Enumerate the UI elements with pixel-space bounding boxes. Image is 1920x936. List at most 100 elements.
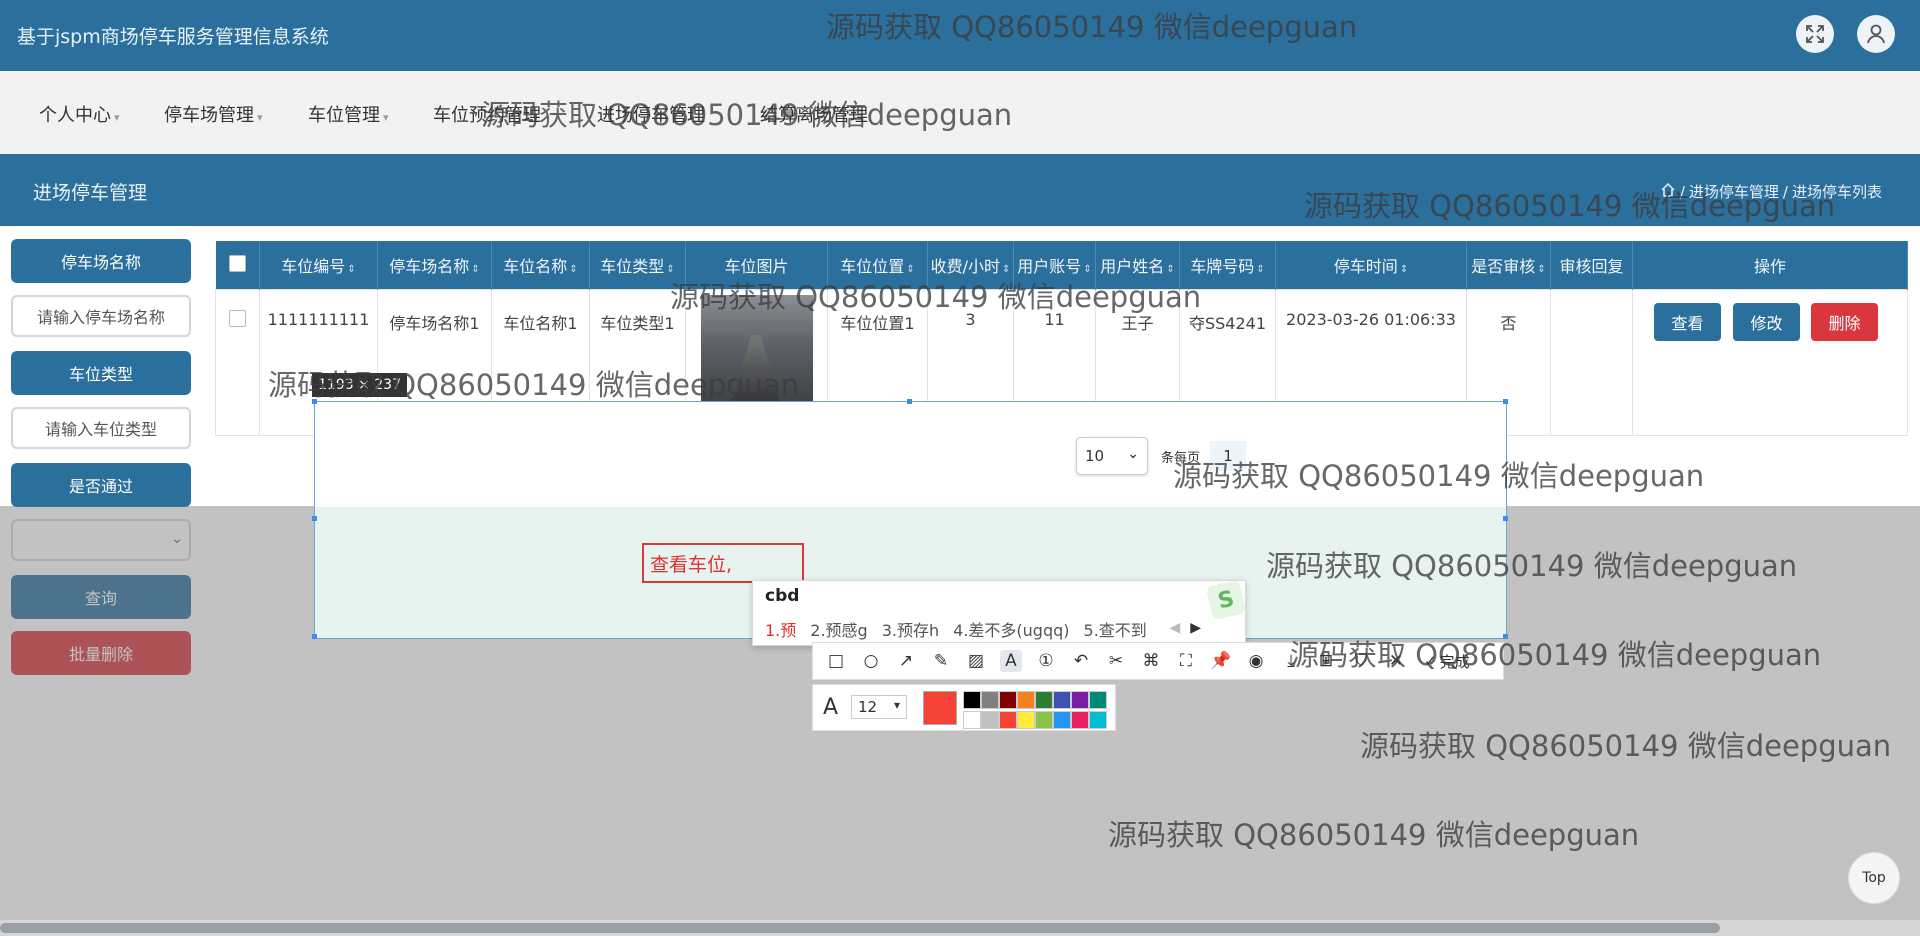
space-type-input[interactable]: 请输入车位类型 bbox=[11, 407, 191, 449]
page-title: 进场停车管理 bbox=[33, 182, 148, 204]
col-header[interactable]: 停车场名称 ⇕ bbox=[377, 241, 492, 290]
check-icon: ✓ bbox=[1424, 652, 1437, 670]
resize-handle[interactable] bbox=[312, 516, 317, 521]
close-icon[interactable]: ✕ bbox=[1385, 650, 1407, 672]
col-header[interactable]: 收费/小时 ⇕ bbox=[927, 241, 1014, 290]
translate-icon[interactable]: ⌘ bbox=[1140, 650, 1162, 672]
ellipse-icon[interactable]: ○ bbox=[860, 650, 882, 672]
resize-handle[interactable] bbox=[312, 399, 317, 404]
color-swatch[interactable] bbox=[1017, 711, 1035, 729]
color-swatch[interactable] bbox=[963, 691, 981, 709]
ime-candidate[interactable]: 1.预 bbox=[765, 617, 796, 641]
resize-handle[interactable] bbox=[907, 399, 912, 404]
col-header[interactable]: 车位编号 ⇕ bbox=[259, 241, 378, 290]
font-icon: A bbox=[823, 695, 839, 720]
next-page-icon[interactable]: ▶ bbox=[1190, 620, 1201, 636]
prev-page-icon[interactable]: ◀ bbox=[1169, 620, 1180, 636]
col-header[interactable]: 车牌号码 ⇕ bbox=[1179, 241, 1276, 290]
resize-handle[interactable] bbox=[1503, 399, 1508, 404]
user-avatar-icon[interactable] bbox=[1857, 15, 1895, 53]
color-swatch[interactable] bbox=[999, 711, 1017, 729]
scan-icon[interactable]: ⛶ bbox=[1175, 650, 1197, 672]
fullscreen-icon[interactable] bbox=[1796, 15, 1834, 53]
nav-item-space-manage[interactable]: 车位管理 ▾ bbox=[308, 101, 389, 127]
download-icon[interactable]: ⤓ bbox=[1280, 650, 1302, 672]
color-swatch[interactable] bbox=[1089, 691, 1107, 709]
color-swatch[interactable] bbox=[1017, 691, 1035, 709]
nav-item-reservation[interactable]: 车位预约管理 bbox=[433, 101, 541, 127]
bookmark-icon[interactable]: ⛉ bbox=[1350, 650, 1372, 672]
ime-candidate[interactable]: 2.预感g bbox=[810, 617, 867, 641]
color-swatch[interactable] bbox=[1089, 711, 1107, 729]
col-header[interactable]: 停车时间 ⇕ bbox=[1275, 241, 1467, 290]
color-swatch[interactable] bbox=[981, 711, 999, 729]
col-header[interactable]: 用户账号 ⇕ bbox=[1013, 241, 1096, 290]
resize-handle[interactable] bbox=[1503, 516, 1508, 521]
capture-size-label: 1193 × 237 bbox=[312, 373, 407, 397]
font-size-select[interactable]: 12 ▾ bbox=[851, 695, 907, 719]
resize-handle[interactable] bbox=[1503, 634, 1508, 639]
color-swatch[interactable] bbox=[1035, 711, 1053, 729]
color-swatch[interactable] bbox=[1035, 691, 1053, 709]
pin-icon[interactable]: 📌 bbox=[1210, 650, 1232, 672]
view-button[interactable]: 查看 bbox=[1654, 303, 1721, 341]
scrollbar-thumb[interactable] bbox=[0, 923, 1720, 933]
per-page-label: 条每页 bbox=[1161, 451, 1201, 466]
breadcrumb-item: 进场停车列表 bbox=[1791, 183, 1882, 201]
approved-label: 是否通过 bbox=[11, 463, 191, 507]
resize-handle[interactable] bbox=[312, 634, 317, 639]
nav-item-settlement[interactable]: 结算离场管理 bbox=[760, 101, 868, 127]
col-header[interactable]: 车位位置 ⇕ bbox=[827, 241, 928, 290]
record-icon[interactable]: ◉ bbox=[1245, 650, 1267, 672]
ime-input-text: cbd bbox=[765, 586, 800, 606]
home-icon[interactable] bbox=[1660, 182, 1676, 202]
col-header[interactable]: 车位类型 ⇕ bbox=[589, 241, 686, 290]
edit-button[interactable]: 修改 bbox=[1733, 303, 1800, 341]
horizontal-scrollbar[interactable] bbox=[0, 920, 1920, 936]
long-screenshot-icon[interactable]: ⊞ bbox=[1315, 650, 1337, 672]
chevron-down-icon: ▾ bbox=[893, 698, 900, 712]
nav-item-entry-parking[interactable]: 进场停车管理 bbox=[597, 101, 705, 127]
row-checkbox[interactable] bbox=[215, 289, 260, 436]
undo-icon[interactable]: ↶ bbox=[1070, 650, 1092, 672]
text-tool-icon[interactable]: A bbox=[1000, 650, 1022, 672]
parking-space-image[interactable] bbox=[701, 295, 813, 407]
color-swatch[interactable] bbox=[981, 691, 999, 709]
page-size-select[interactable]: 10 ⌄ bbox=[1076, 437, 1148, 475]
color-swatch[interactable] bbox=[999, 691, 1017, 709]
current-color-swatch[interactable] bbox=[923, 691, 957, 725]
col-header[interactable]: 车位名称 ⇕ bbox=[491, 241, 590, 290]
ime-candidate[interactable]: 4.差不多(ugqq) bbox=[953, 617, 1069, 641]
page-number[interactable]: 1 bbox=[1210, 441, 1246, 471]
back-to-top-button[interactable]: Top bbox=[1848, 852, 1900, 904]
done-button[interactable]: ✓ 完成 bbox=[1424, 651, 1470, 672]
color-swatch[interactable] bbox=[1053, 711, 1071, 729]
col-header: 审核回复 bbox=[1550, 241, 1633, 290]
delete-button[interactable]: 删除 bbox=[1811, 303, 1878, 341]
col-header[interactable]: 是否审核 ⇕ bbox=[1466, 241, 1551, 290]
top-header: 基于jspm商场停车服务管理信息系统 bbox=[0, 0, 1920, 71]
rectangle-icon[interactable]: □ bbox=[825, 650, 847, 672]
ime-candidate[interactable]: 5.查不到 bbox=[1084, 617, 1147, 641]
breadcrumb-item[interactable]: 进场停车管理 bbox=[1689, 181, 1779, 202]
color-swatch[interactable] bbox=[1071, 711, 1089, 729]
arrow-icon[interactable]: ↗ bbox=[895, 650, 917, 672]
scissors-icon[interactable]: ✂ bbox=[1105, 650, 1127, 672]
ime-candidate[interactable]: 3.预存h bbox=[882, 617, 939, 641]
text-annotation[interactable]: 查看车位, bbox=[642, 543, 804, 583]
nav-item-personal-center[interactable]: 个人中心 ▾ bbox=[39, 101, 120, 127]
number-marker-icon[interactable]: ① bbox=[1035, 650, 1057, 672]
mosaic-icon[interactable]: ▨ bbox=[965, 650, 987, 672]
color-swatch[interactable] bbox=[1053, 691, 1071, 709]
nav-item-parking-lot[interactable]: 停车场管理 ▾ bbox=[164, 101, 263, 127]
col-header[interactable]: 用户姓名 ⇕ bbox=[1095, 241, 1180, 290]
sogou-logo-icon: S bbox=[1205, 579, 1247, 621]
color-swatch[interactable] bbox=[1071, 691, 1089, 709]
caret-down-icon: ▾ bbox=[114, 111, 120, 124]
parking-lot-input[interactable]: 请输入停车场名称 bbox=[11, 295, 191, 337]
select-all-checkbox[interactable] bbox=[215, 241, 260, 290]
pencil-icon[interactable]: ✎ bbox=[930, 650, 952, 672]
caret-down-icon: ▾ bbox=[257, 111, 263, 124]
color-swatch[interactable] bbox=[963, 711, 981, 729]
capture-toolbar: □ ○ ↗ ✎ ▨ A ① ↶ ✂ ⌘ ⛶ 📌 ◉ ⤓ ⊞ ⛉ ✕ ✓ 完成 bbox=[812, 642, 1504, 680]
